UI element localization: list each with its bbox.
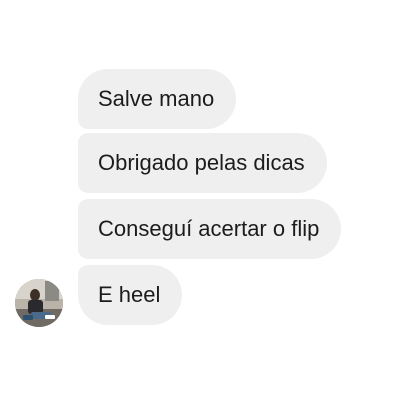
message-bubble[interactable]: Conseguí acertar o flip xyxy=(78,199,342,259)
avatar-photo-icon xyxy=(15,279,63,327)
message-thread: Salve mano Obrigado pelas dicas Conseguí… xyxy=(0,0,400,400)
sender-avatar[interactable] xyxy=(15,279,63,327)
message-text: Salve mano xyxy=(98,86,215,111)
message-bubble[interactable]: Salve mano xyxy=(78,69,237,129)
message-bubble[interactable]: E heel xyxy=(78,265,183,325)
message-bubble[interactable]: Obrigado pelas dicas xyxy=(78,133,327,193)
message-text: Obrigado pelas dicas xyxy=(98,150,305,175)
message-text: Conseguí acertar o flip xyxy=(98,216,320,241)
message-text: E heel xyxy=(98,282,161,307)
